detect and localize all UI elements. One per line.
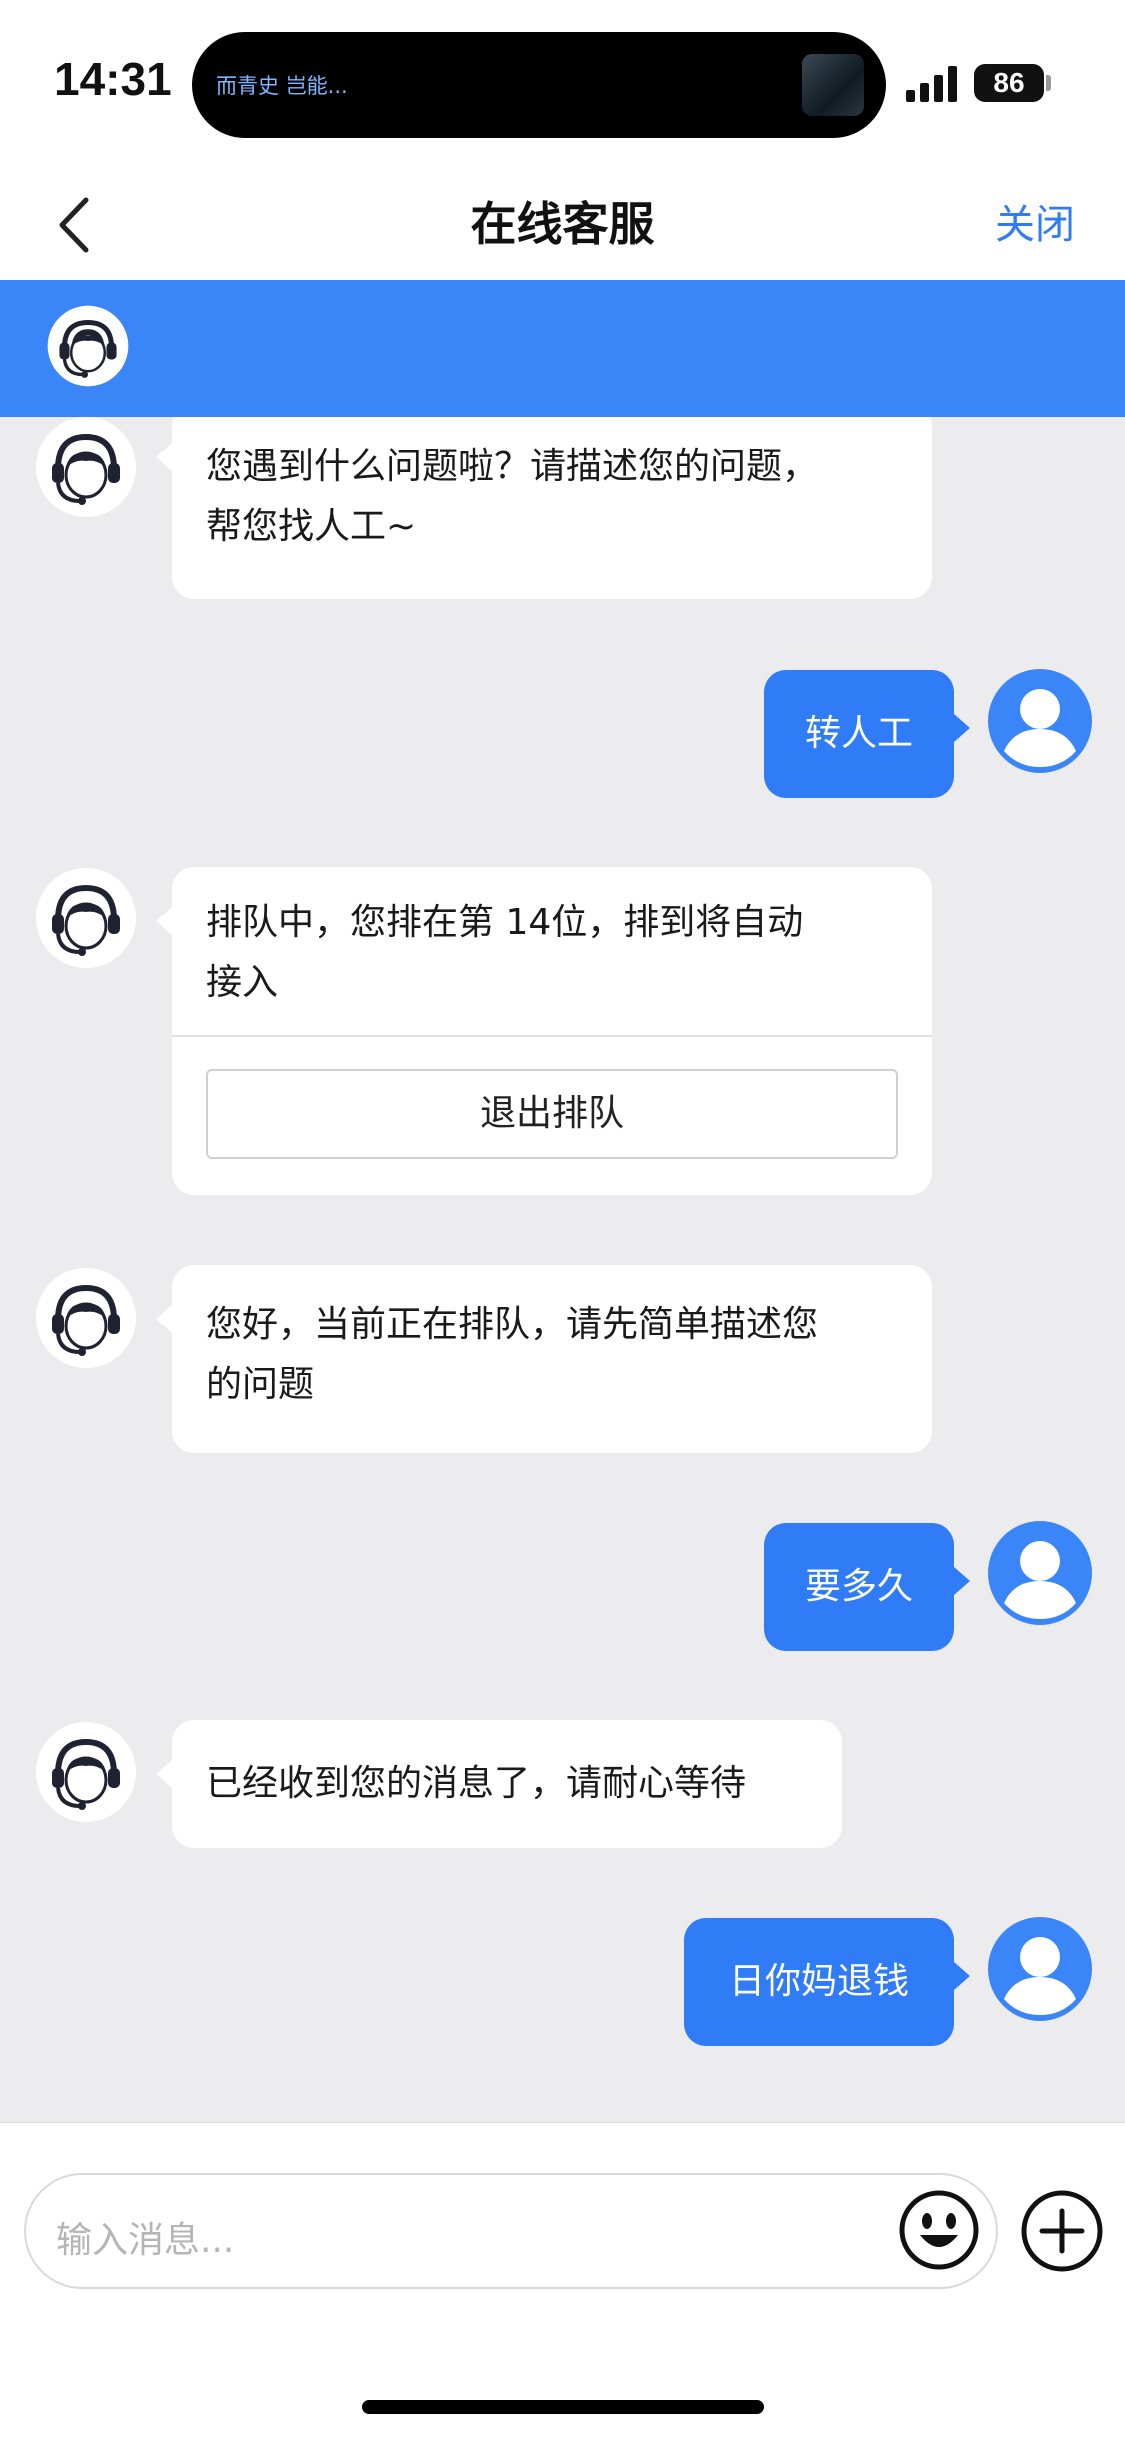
agent-avatar bbox=[36, 1268, 136, 1368]
agent-message-bubble: 您遇到什么问题啦？请描述您的问题， 帮您找人工~ bbox=[156, 417, 932, 599]
user-silhouette-icon bbox=[990, 1919, 1090, 2019]
dynamic-island[interactable]: 而青史 岂能... bbox=[192, 32, 886, 138]
message-text: 您好，当前正在排队，请先简单描述您 bbox=[206, 1304, 819, 1345]
cellular-signal-icon bbox=[906, 64, 958, 102]
user-avatar bbox=[988, 669, 1092, 773]
agent-message-bubble: 已经收到您的消息了，请耐心等待 bbox=[156, 1720, 842, 1848]
input-placeholder: 输入消息... bbox=[56, 2220, 235, 2261]
divider bbox=[172, 1035, 932, 1037]
agent-avatar bbox=[36, 1722, 136, 1822]
message-text: 帮您找人工~ bbox=[206, 506, 417, 547]
agent-avatar bbox=[36, 868, 136, 968]
exit-queue-button[interactable]: 退出排队 bbox=[206, 1069, 898, 1159]
headset-agent-icon bbox=[47, 305, 129, 387]
user-avatar bbox=[988, 1917, 1092, 2021]
home-indicator[interactable] bbox=[362, 2400, 764, 2414]
message-text: 您遇到什么问题啦？请描述您的问题， bbox=[206, 446, 819, 487]
status-bar: 14:31 而青史 岂能... 86 bbox=[0, 0, 1125, 170]
now-playing-text: 而青史 岂能... bbox=[216, 74, 348, 98]
headset-agent-icon bbox=[52, 1738, 120, 1810]
agent-message-bubble: 您好，当前正在排队，请先简单描述您 的问题 bbox=[156, 1265, 932, 1453]
message-text: 已经收到您的消息了，请耐心等待 bbox=[206, 1763, 747, 1804]
user-silhouette-icon bbox=[990, 1523, 1090, 1623]
message-text: 接入 bbox=[206, 962, 279, 1003]
message-text: 要多久 bbox=[804, 1566, 913, 1607]
headset-agent-icon bbox=[52, 1284, 120, 1356]
message-text: 的问题 bbox=[206, 1364, 315, 1405]
plus-circle-icon bbox=[1021, 2190, 1103, 2272]
message-text: 转人工 bbox=[804, 713, 913, 754]
message-text: 排队中，您排在第 14位，排到将自动 bbox=[206, 902, 804, 943]
user-message-bubble: 要多久 bbox=[764, 1523, 970, 1651]
user-message-bubble: 日你妈退钱 bbox=[684, 1918, 970, 2046]
chat-area[interactable]: 您遇到什么问题啦？请描述您的问题， 帮您找人工~ 转人工 排队中，您排在第 14… bbox=[0, 417, 1125, 2122]
message-input[interactable]: 输入消息... bbox=[24, 2173, 998, 2289]
agent-avatar bbox=[36, 417, 136, 517]
album-art-icon bbox=[802, 54, 864, 116]
close-button[interactable]: 关闭 bbox=[995, 192, 1075, 250]
smiley-icon bbox=[899, 2190, 979, 2270]
headset-agent-icon bbox=[52, 884, 120, 956]
status-time: 14:31 bbox=[54, 53, 172, 105]
user-silhouette-icon bbox=[990, 671, 1090, 771]
add-attachment-button[interactable] bbox=[1020, 2189, 1104, 2273]
user-message-bubble: 转人工 bbox=[764, 670, 970, 798]
battery-icon: 86 bbox=[974, 64, 1044, 102]
message-input-bar: 输入消息... bbox=[0, 2122, 1125, 2439]
navigation-bar: 在线客服 关闭 bbox=[0, 170, 1125, 280]
agent-message-bubble: 排队中，您排在第 14位，排到将自动 接入 退出排队 bbox=[156, 867, 932, 1195]
message-text: 日你妈退钱 bbox=[728, 1961, 909, 2002]
user-avatar bbox=[988, 1521, 1092, 1625]
headset-agent-icon bbox=[52, 433, 120, 505]
battery-cap bbox=[1046, 75, 1051, 91]
emoji-button[interactable] bbox=[898, 2189, 980, 2271]
page-title: 在线客服 bbox=[470, 197, 655, 251]
service-banner bbox=[0, 280, 1125, 417]
